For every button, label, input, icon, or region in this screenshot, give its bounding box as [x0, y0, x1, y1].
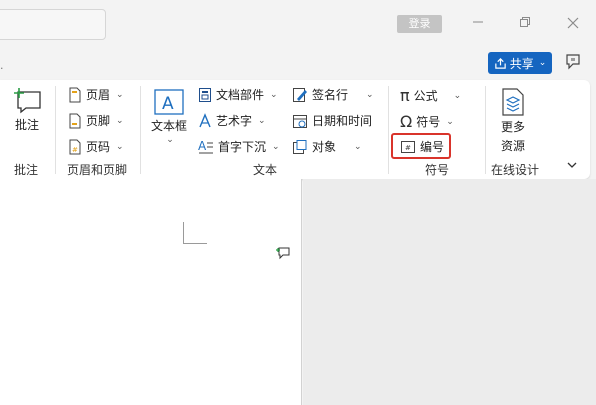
footer-button[interactable]: 页脚 ⌄: [68, 112, 124, 129]
online-design-group-label: 在线设计: [491, 163, 540, 177]
chevron-down-icon: ⌄: [116, 141, 124, 152]
quick-parts-label: 文档部件: [216, 88, 265, 102]
text-box-label: 文本框: [151, 119, 188, 133]
quick-parts-button[interactable]: 文档部件 ⌄: [198, 86, 278, 103]
symbols-group-label: 符号: [425, 163, 450, 177]
equation-label: 公式: [413, 89, 438, 103]
calendar-icon: [293, 114, 307, 128]
page-number-button[interactable]: # 页码 ⌄: [68, 138, 124, 155]
omega-icon: Ω: [400, 112, 413, 131]
resources-icon: [502, 88, 524, 116]
date-time-label: 日期和时间: [312, 114, 373, 128]
chevron-down-icon: ⌄: [270, 89, 278, 100]
comment-icon: [14, 88, 41, 114]
share-label: 共享: [509, 56, 534, 71]
header-button[interactable]: 页眉 ⌄: [68, 86, 124, 103]
quick-parts-icon: [199, 87, 211, 102]
more-resources-button[interactable]: 更多 资源: [500, 88, 526, 154]
comment-button[interactable]: 批注: [12, 86, 42, 133]
wordart-icon: [199, 112, 211, 127]
more-resources-label-line2: 资源: [500, 139, 525, 153]
drop-cap-label: 首字下沉: [218, 140, 267, 154]
share-icon: [494, 57, 506, 69]
chevron-down-icon: ⌄: [446, 116, 454, 127]
comment-marker-icon[interactable]: [276, 246, 290, 260]
restore-button[interactable]: [513, 12, 537, 36]
insert-ribbon: 批注 批注 页眉 ⌄ 页脚 ⌄ # 页码 ⌄ 页眉和页脚 A 文本框 ⌄ 文档部…: [0, 80, 590, 179]
signature-line-button[interactable]: 签名行 ⌄: [292, 86, 374, 103]
group-divider: [55, 86, 56, 174]
minimize-button[interactable]: [466, 12, 490, 36]
wordart-label: 艺术字: [216, 114, 253, 128]
pi-icon: π: [400, 86, 410, 105]
equation-button[interactable]: π 公式 ⌄: [400, 86, 461, 105]
login-button[interactable]: 登录: [397, 15, 442, 33]
svg-text:A: A: [162, 94, 174, 114]
chevron-down-icon: ⌄: [116, 115, 124, 126]
page-number-icon: #: [69, 139, 81, 154]
chevron-down-icon: ⌄: [453, 90, 462, 101]
group-divider: [388, 86, 389, 174]
chevron-down-icon: ⌄: [166, 135, 174, 145]
svg-text:#: #: [72, 146, 78, 154]
date-time-button[interactable]: 日期和时间: [292, 112, 372, 129]
text-box-button[interactable]: A 文本框 ⌄: [151, 88, 187, 145]
object-icon: [293, 139, 307, 154]
minimize-icon: [473, 21, 483, 23]
text-group-label: 文本: [253, 163, 278, 177]
chevron-down-icon: ⌄: [258, 115, 266, 126]
close-icon: [567, 17, 579, 29]
wordart-button[interactable]: 艺术字 ⌄: [198, 112, 266, 129]
symbol-label: 符号: [416, 115, 441, 129]
drop-cap-icon: A: [198, 139, 213, 153]
group-divider: [140, 86, 141, 174]
ellipsis-indicator: ·: [0, 62, 4, 75]
header-label: 页眉: [86, 88, 111, 102]
svg-text:A: A: [198, 139, 207, 153]
chevron-down-icon: ⌄: [354, 141, 362, 152]
workspace-background: [303, 179, 596, 405]
chevron-down-icon: [567, 162, 577, 168]
close-button[interactable]: [561, 12, 585, 36]
signature-line-icon: [293, 87, 307, 102]
chevron-down-icon: ⌄: [366, 89, 374, 100]
document-page[interactable]: [0, 179, 302, 405]
header-footer-group-label: 页眉和页脚: [67, 163, 128, 177]
group-divider: [485, 86, 486, 174]
highlight-box: [391, 133, 451, 159]
header-icon: [69, 87, 81, 102]
comment-label: 批注: [14, 118, 39, 132]
object-label: 对象: [312, 140, 337, 154]
text-box-icon: A: [154, 89, 184, 115]
symbol-button[interactable]: Ω 符号 ⌄: [400, 112, 454, 131]
collapse-ribbon-button[interactable]: [566, 159, 578, 171]
restore-icon: [520, 17, 530, 27]
chevron-down-icon: ⌄: [272, 141, 280, 152]
more-resources-label-line1: 更多: [500, 120, 525, 134]
object-button[interactable]: 对象 ⌄: [292, 138, 362, 155]
footer-label: 页脚: [86, 114, 111, 128]
feedback-icon[interactable]: [563, 52, 585, 74]
chevron-down-icon: ⌄: [538, 58, 547, 68]
chevron-down-icon: ⌄: [116, 89, 124, 100]
page-number-label: 页码: [86, 140, 111, 154]
comment-group-label: 批注: [14, 163, 39, 177]
page-corner-mark: [183, 222, 207, 244]
footer-icon: [69, 113, 81, 128]
signature-line-label: 签名行: [312, 88, 349, 102]
search-box[interactable]: [0, 9, 106, 40]
title-bar: 登录: [0, 0, 596, 46]
share-button[interactable]: 共享 ⌄: [488, 52, 552, 74]
drop-cap-button[interactable]: A 首字下沉 ⌄: [198, 138, 280, 155]
